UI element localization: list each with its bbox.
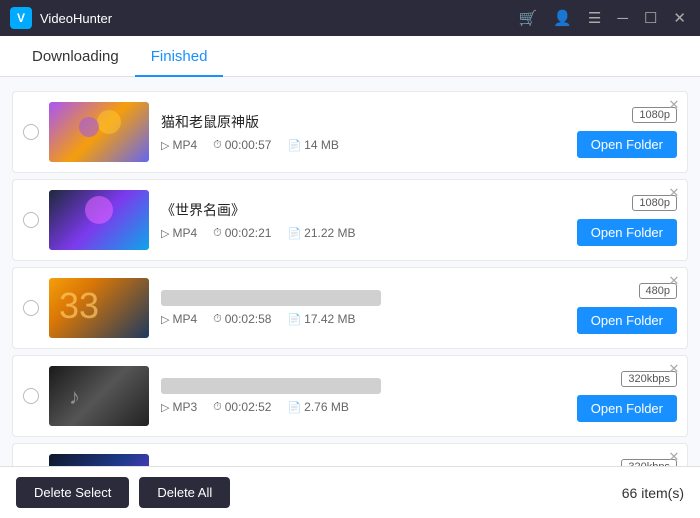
- list-item: 《世界名画》 ▷MP4 ⏱00:02:21 📄21.22 MB 1080pOpen Fo…: [12, 179, 688, 261]
- list-item: 猫和老鼠原神版 ▷MP4 ⏱00:00:57 📄14 MB 1080pOpen Fold…: [12, 91, 688, 173]
- item-size: 📄2.76 MB: [287, 400, 348, 414]
- size-icon: 📄: [287, 139, 301, 152]
- item-meta: ▷MP4 ⏱00:02:21 📄21.22 MB: [161, 226, 567, 240]
- item-duration: ⏱00:02:21: [213, 226, 271, 240]
- item-thumbnail: [49, 102, 149, 162]
- close-icon[interactable]: ✕: [669, 7, 690, 29]
- remove-item-button[interactable]: ✕: [667, 362, 681, 376]
- duration-icon: ⏱: [213, 401, 222, 414]
- item-duration: ⏱00:02:58: [213, 312, 271, 326]
- size-icon: 📄: [287, 227, 301, 240]
- item-thumbnail: [49, 190, 149, 250]
- item-actions: 1080pOpen Folder: [577, 107, 677, 158]
- size-icon: 📄: [287, 401, 301, 414]
- item-meta: ▷MP3 ⏱00:02:52 📄2.76 MB: [161, 400, 567, 414]
- item-radio[interactable]: [23, 388, 39, 404]
- item-count: 66 item(s): [622, 485, 684, 501]
- item-duration: ⏱00:00:57: [213, 138, 271, 152]
- title-bar: V VideoHunter 🛒 👤 ☰ ─ ☐ ✕: [0, 0, 700, 36]
- item-actions: 1080pOpen Folder: [577, 195, 677, 246]
- app-logo: V: [10, 7, 32, 29]
- svg-text:♪: ♪: [69, 384, 80, 409]
- tab-finished[interactable]: Finished: [135, 36, 224, 77]
- format-icon: ▷: [161, 139, 169, 152]
- item-title: 《世界名画》: [161, 200, 567, 220]
- item-title-blurred: [161, 378, 381, 394]
- minimize-icon[interactable]: ─: [613, 8, 632, 29]
- item-actions: 320kbpsOpen Folder: [577, 371, 677, 422]
- format-icon: ▷: [161, 227, 169, 240]
- remove-item-button[interactable]: ✕: [667, 186, 681, 200]
- delete-select-button[interactable]: Delete Select: [16, 477, 129, 508]
- format-icon: ▷: [161, 401, 169, 414]
- open-folder-button[interactable]: Open Folder: [577, 131, 677, 158]
- size-icon: 📄: [287, 313, 301, 326]
- user-icon[interactable]: 👤: [549, 7, 576, 29]
- item-actions: 320kbpsOpen Folder: [577, 459, 677, 467]
- item-info: 《世界名画》 ▷MP4 ⏱00:02:21 📄21.22 MB: [161, 200, 567, 240]
- item-thumbnail: [49, 454, 149, 466]
- item-title: 猫和老鼠原神版: [161, 112, 567, 132]
- item-info: ▷MP3 ⏱00:02:52 📄2.76 MB: [161, 378, 567, 414]
- duration-icon: ⏱: [213, 313, 222, 326]
- item-format: ▷MP4: [161, 312, 197, 326]
- tab-bar: Downloading Finished: [0, 36, 700, 77]
- remove-item-button[interactable]: ✕: [667, 98, 681, 112]
- item-info: ▷MP4 ⏱00:02:58 📄17.42 MB: [161, 290, 567, 326]
- remove-item-button[interactable]: ✕: [667, 274, 681, 288]
- item-thumbnail: 33: [49, 278, 149, 338]
- list-item: 33 ▷MP4 ⏱00:02:58 📄17.42 MB 480pOpen Folder✕: [12, 267, 688, 349]
- item-size: 📄21.22 MB: [287, 226, 355, 240]
- item-actions: 480pOpen Folder: [577, 283, 677, 334]
- item-radio[interactable]: [23, 124, 39, 140]
- item-size: 📄17.42 MB: [287, 312, 355, 326]
- window-controls: 🛒 👤 ☰ ─ ☐ ✕: [515, 7, 691, 29]
- item-meta: ▷MP4 ⏱00:00:57 📄14 MB: [161, 138, 567, 152]
- list-item: ▷MP3⏱00:02:22📄2.27 MB320kbpsOpen Folder✕: [12, 443, 688, 466]
- remove-item-button[interactable]: ✕: [667, 450, 681, 464]
- item-meta: ▷MP4 ⏱00:02:58 📄17.42 MB: [161, 312, 567, 326]
- cart-icon[interactable]: 🛒: [515, 7, 542, 29]
- item-title-blurred: [161, 290, 381, 306]
- delete-all-button[interactable]: Delete All: [139, 477, 230, 508]
- open-folder-button[interactable]: Open Folder: [577, 307, 677, 334]
- item-thumbnail: ♪: [49, 366, 149, 426]
- duration-icon: ⏱: [213, 139, 222, 152]
- item-format: ▷MP3: [161, 400, 197, 414]
- item-radio[interactable]: [23, 212, 39, 228]
- open-folder-button[interactable]: Open Folder: [577, 219, 677, 246]
- list-item: ♪ ▷MP3 ⏱00:02:52 📄2.76 MB 320kbpsOpen Folder…: [12, 355, 688, 437]
- item-format: ▷MP4: [161, 226, 197, 240]
- menu-icon[interactable]: ☰: [584, 7, 605, 29]
- tab-downloading[interactable]: Downloading: [16, 36, 135, 77]
- duration-icon: ⏱: [213, 227, 222, 240]
- open-folder-button[interactable]: Open Folder: [577, 395, 677, 422]
- app-title: VideoHunter: [40, 11, 515, 26]
- item-format: ▷MP4: [161, 138, 197, 152]
- items-list: 猫和老鼠原神版 ▷MP4 ⏱00:00:57 📄14 MB 1080pOpen Fold…: [0, 77, 700, 466]
- item-info: 猫和老鼠原神版 ▷MP4 ⏱00:00:57 📄14 MB: [161, 112, 567, 152]
- svg-text:33: 33: [59, 285, 99, 326]
- footer: Delete Select Delete All 66 item(s): [0, 466, 700, 518]
- maximize-icon[interactable]: ☐: [640, 7, 661, 29]
- format-icon: ▷: [161, 313, 169, 326]
- item-duration: ⏱00:02:52: [213, 400, 271, 414]
- item-radio[interactable]: [23, 300, 39, 316]
- item-size: 📄14 MB: [287, 138, 338, 152]
